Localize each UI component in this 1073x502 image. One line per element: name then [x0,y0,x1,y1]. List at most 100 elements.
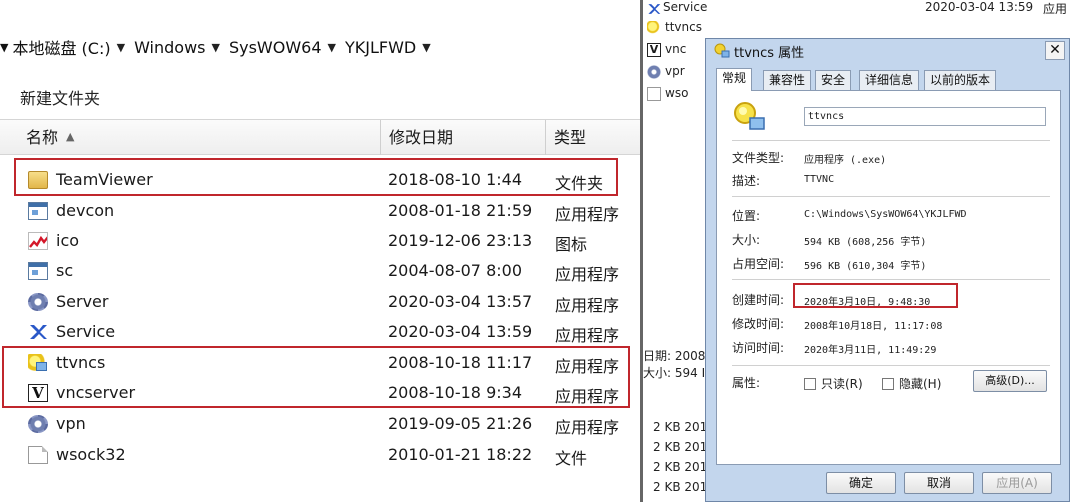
file-date: 2004-08-07 8:00 [388,261,522,280]
file-name: ico [56,231,80,250]
size-label: 大小: [732,233,761,247]
highlight-box [2,346,630,408]
service-icon [28,323,48,341]
column-name[interactable]: 名称 [26,120,58,155]
gear-icon [28,293,48,311]
divider [732,279,1050,280]
divider [732,140,1050,141]
file-name: devcon [56,201,115,220]
ok-button[interactable]: 确定 [826,472,896,494]
breadcrumb-label: 本地磁盘 (C:) [12,39,111,58]
tab-compatibility[interactable]: 兼容性 [763,70,812,90]
cancel-button[interactable]: 取消 [904,472,974,494]
accessed-label: 访问时间: [732,341,785,355]
created-label: 创建时间: [732,293,785,307]
bg-file-type: 应用 [1043,2,1068,16]
tab-security[interactable]: 安全 [815,70,852,90]
sort-ascending-icon: ▲ [66,130,75,143]
file-date: 2019-12-06 23:13 [388,231,533,250]
file-row-service[interactable]: Service 2020-03-04 13:59 应用程序 [0,317,640,347]
vnc-icon: V [647,43,661,57]
file-type: 应用程序 [555,326,620,345]
apply-button[interactable]: 应用(A) [982,472,1052,494]
file-icon [28,446,48,464]
readonly-label: 只读(R) [821,377,863,391]
attributes-label: 属性: [732,376,761,390]
file-row-devcon[interactable]: devcon 2008-01-18 21:59 应用程序 [0,196,640,226]
file-icon [647,87,661,101]
file-type: 应用程序 [555,265,620,284]
column-type[interactable]: 类型 [545,120,586,155]
location-value: C:\Windows\SysWOW64\YKJLFWD [804,209,967,220]
file-type: 应用程序 [555,418,620,437]
type-value: 应用程序 (.exe) [804,155,887,166]
file-row-vpn[interactable]: vpn 2019-09-05 21:26 应用程序 [0,409,640,439]
breadcrumb-label: Windows [134,37,206,57]
service-icon [647,1,661,15]
file-type: 应用程序 [555,205,620,224]
dialog-title: ttvncs 属性 [734,46,805,61]
bg-file-name: vnc [665,42,687,56]
advanced-button[interactable]: 高级(D)... [973,370,1047,392]
tab-previous-versions[interactable]: 以前的版本 [924,70,997,90]
breadcrumb-label: SysWOW64 [228,37,322,57]
tab-general[interactable]: 常规 [716,68,753,91]
file-name: vpn [56,414,86,433]
modified-label: 修改时间: [732,317,785,331]
location-label: 位置: [732,209,761,223]
file-name: sc [56,261,74,280]
ttvncs-icon [714,43,730,58]
bg-file-name: wso [665,86,689,100]
size-value: 594 KB (608,256 字节) [804,237,927,248]
file-row-server[interactable]: Server 2020-03-04 13:57 应用程序 [0,287,640,317]
breadcrumb-item[interactable]: SysWOW64 ▼ [229,38,345,57]
new-folder-button[interactable]: 新建文件夹 [20,85,100,109]
tab-bar: 常规 兼容性 安全 详细信息 以前的版本 [716,68,1061,91]
bg-file-name: vpr [665,64,685,78]
breadcrumb-item[interactable]: 本地磁盘 (C:) ▼ [12,35,134,59]
column-date[interactable]: 修改日期 [380,120,453,155]
file-row-ico[interactable]: ico 2019-12-06 23:13 图标 [0,226,640,256]
hidden-label: 隐藏(H) [899,377,942,391]
chevron-down-icon[interactable]: ▼ [212,41,220,54]
bg-detail-size: 大小: 594 I [643,366,706,380]
file-date: 2010-01-21 18:22 [388,445,533,464]
modified-value: 2008年10月18日, 11:17:08 [804,321,943,332]
checkbox-box[interactable] [882,377,894,390]
chevron-down-icon[interactable]: ▼ [117,41,125,54]
file-name-input[interactable]: ttvncs [804,107,1046,126]
ttvncs-icon [732,101,766,131]
chevron-down-icon[interactable]: ▼ [422,41,430,54]
bg-file-name: ttvncs [665,20,702,34]
close-button[interactable]: ✕ [1045,41,1065,60]
file-type: 图标 [555,235,588,254]
image-icon [28,232,48,250]
dialog-titlebar[interactable]: ttvncs 属性 ✕ [706,39,1069,63]
chevron-right-icon[interactable]: ▼ [0,41,8,54]
file-type: 应用程序 [555,296,620,315]
type-label: 文件类型: [732,151,785,165]
highlight-box [14,158,618,196]
description-value: TTVNC [804,174,835,185]
breadcrumb-item[interactable]: Windows ▼ [134,38,229,57]
chevron-down-icon[interactable]: ▼ [328,41,336,54]
highlight-box [793,283,958,308]
file-row-wsock32[interactable]: wsock32 2010-01-21 18:22 文件 [0,440,640,470]
breadcrumb-item[interactable]: YKJLFWD ▼ [345,38,440,57]
gear-icon [647,65,661,79]
readonly-checkbox[interactable]: 只读(R) [804,375,863,392]
file-type: 文件 [555,449,588,468]
size-on-disk-value: 596 KB (610,304 字节) [804,261,927,272]
address-bar[interactable]: ▼ 本地磁盘 (C:) ▼ Windows ▼ SysWOW64 ▼ YKJLFWD ▼ [0,30,640,64]
hidden-checkbox[interactable]: 隐藏(H) [882,375,941,392]
description-label: 描述: [732,174,761,188]
divider [732,365,1050,366]
file-row-sc[interactable]: sc 2004-08-07 8:00 应用程序 [0,256,640,286]
properties-dialog: ttvncs 属性 ✕ 常规 兼容性 安全 详细信息 以前的版本 ttvncs … [705,38,1070,502]
bg-detail-date: 日期: 2008 [643,349,706,363]
ttvncs-icon [647,21,661,35]
tab-details[interactable]: 详细信息 [859,70,920,90]
file-name: Server [56,292,109,311]
checkbox-box[interactable] [804,377,816,390]
bg-file-date: 2020-03-04 13:59 [925,0,1034,14]
